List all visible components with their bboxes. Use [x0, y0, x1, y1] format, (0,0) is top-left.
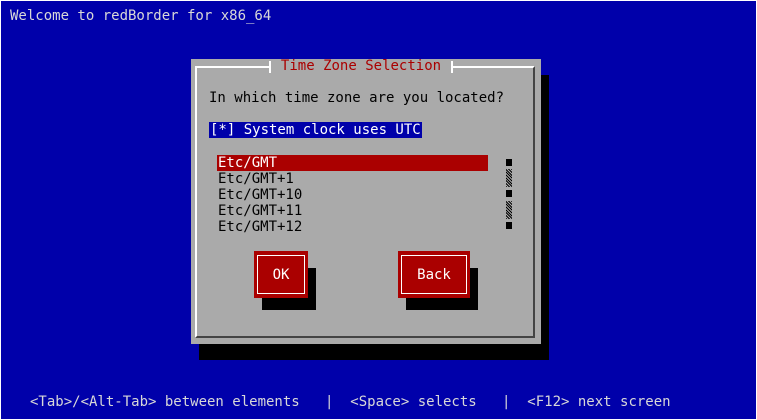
scrollbar-track-lower[interactable]: [506, 201, 512, 219]
timezone-list[interactable]: Etc/GMT Etc/GMT+1 Etc/GMT+10 Etc/GMT+11 …: [217, 155, 488, 235]
ok-button[interactable]: OK: [254, 251, 308, 298]
timezone-item[interactable]: Etc/GMT+12: [217, 219, 488, 235]
timezone-scrollbar[interactable]: [506, 155, 512, 231]
timezone-question: In which time zone are you located?: [209, 90, 505, 106]
dialog-shadow-side: [541, 75, 549, 360]
timezone-item[interactable]: Etc/GMT+1: [217, 171, 488, 187]
scroll-up-arrow[interactable]: [506, 159, 512, 166]
scrollbar-track[interactable]: [506, 169, 512, 187]
timezone-item[interactable]: Etc/GMT+10: [217, 187, 488, 203]
scroll-down-arrow[interactable]: [506, 222, 512, 229]
ok-button-label: OK: [257, 255, 305, 294]
keyboard-help-bar: <Tab>/<Alt-Tab> between elements | <Spac…: [30, 394, 671, 410]
scrollbar-thumb[interactable]: [506, 190, 512, 197]
timezone-item-selected[interactable]: Etc/GMT: [217, 155, 488, 171]
back-button-label: Back: [401, 255, 467, 294]
dialog-title: Time Zone Selection: [269, 59, 453, 74]
utc-checkbox[interactable]: [*] System clock uses UTC: [209, 122, 422, 138]
timezone-item[interactable]: Etc/GMT+11: [217, 203, 488, 219]
dialog-shadow: [199, 344, 549, 360]
back-button[interactable]: Back: [398, 251, 470, 298]
installer-title: Welcome to redBorder for x86_64: [10, 8, 272, 24]
dialog-title-text: Time Zone Selection: [280, 58, 442, 74]
timezone-dialog: Time Zone Selection In which time zone a…: [191, 59, 541, 344]
